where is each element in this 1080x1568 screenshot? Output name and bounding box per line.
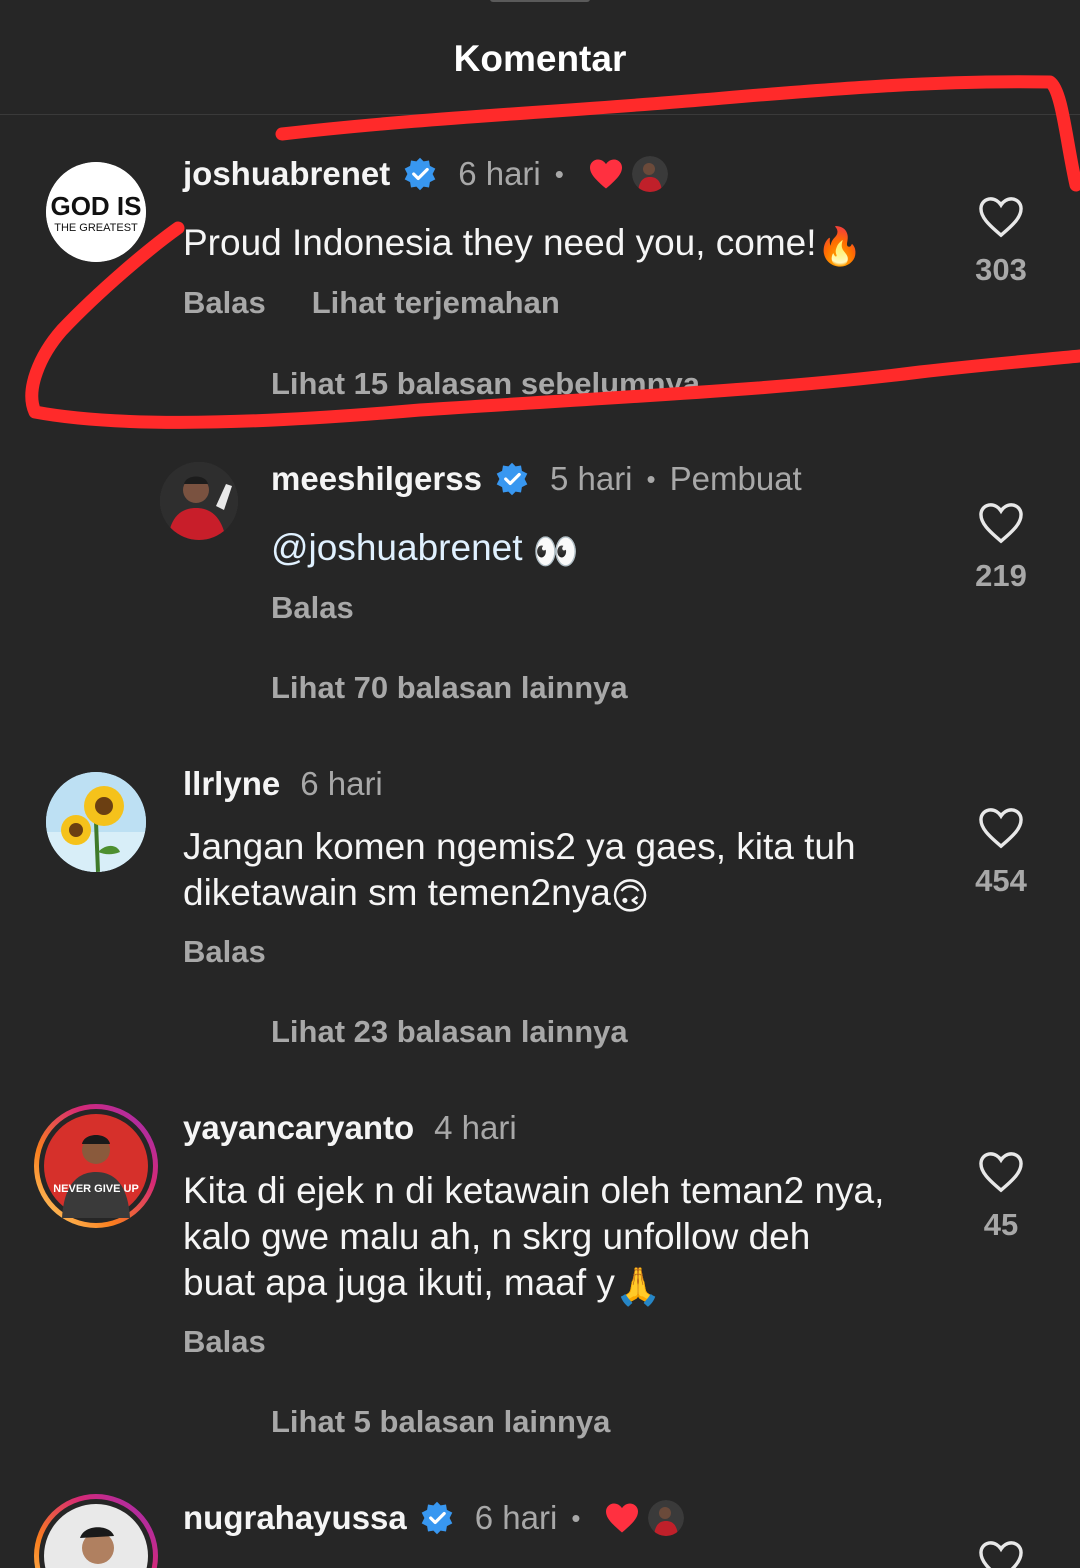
like-column: 219 [960,502,1042,594]
creator-label: Pembuat [669,460,802,497]
comment-text-line: kalo gwe malu ah, n skrg unfollow deh [183,1216,811,1257]
comment-time: 6 hari [458,155,541,192]
comment-text-line: buat apa juga ikuti, maaf y🙏 [183,1260,884,1310]
see-translation-button[interactable]: Lihat terjemahan [312,285,560,321]
like-heart-icon[interactable] [978,502,1024,544]
username[interactable]: meeshilgerss [271,460,482,498]
view-replies-button[interactable]: Lihat 70 balasan lainnya [271,670,628,706]
comment-text: @joshuabrenet 👀 [271,525,579,575]
username[interactable]: llrlyne [183,765,280,803]
fire-emoji-icon: 🔥 [816,226,863,267]
like-heart-icon[interactable] [978,1540,1024,1568]
creator-avatar-mini [648,1500,685,1536]
like-count: 303 [975,252,1027,287]
comment-text: Jangan komen ngemis2 ya gaes, kita tuh d… [183,824,856,920]
comment-text-content: buat apa juga ikuti, maaf y [183,1262,615,1303]
avatar-text-bottom: THE GREATEST [54,222,138,234]
mention-link[interactable]: @joshuabrenet [271,527,523,568]
comment-text-content: diketawain sm temen2nya [183,872,611,913]
page-title: Komentar [453,38,627,79]
avatar-image: GOD IS THE GREATEST [46,162,146,262]
view-replies-button[interactable]: Lihat 5 balasan lainnya [271,1404,610,1440]
avatar-image [44,1504,148,1568]
verified-badge-icon [496,462,528,496]
separator-dot: • [571,1502,581,1533]
like-count: 45 [983,1207,1019,1242]
like-heart-icon[interactable] [978,196,1024,238]
like-column: 303 [960,196,1042,288]
like-column: 454 [960,807,1042,899]
username[interactable]: joshuabrenet [183,155,390,193]
creator-avatar-mini [631,156,668,192]
comment-meta: meeshilgerss 5 hari • Pembuat [271,460,802,498]
avatar-image: NEVER GIVE UP [44,1114,148,1218]
comment-meta: yayancaryanto 4 hari [183,1109,517,1147]
like-count: 219 [975,558,1027,593]
comment-actions: Balas [183,1324,312,1360]
avatar[interactable] [160,462,238,540]
comment-text: Kita di ejek n di ketawain oleh teman2 n… [183,1168,884,1310]
view-replies-button[interactable]: Lihat 23 balasan lainnya [271,1014,628,1050]
comments-sheet: Komentar GOD IS THE GREATEST joshuabrene… [0,0,1080,1568]
comment-text-line: diketawain sm temen2nya🙃 [183,870,856,920]
upside-down-face-emoji-icon: 🙃 [610,876,650,917]
comment-meta: nugrahayussa 6 hari • [183,1499,685,1537]
comment-text-line: Kita di ejek n di ketawain oleh teman2 n… [183,1170,885,1211]
separator-dot: • [646,463,656,494]
comment-text-line: Jangan komen ngemis2 ya gaes, kita tuh [183,826,856,867]
comment-text: Proud Indonesia they need you, come!🔥 [183,220,863,270]
comment-time: 4 hari [434,1109,517,1146]
avatar-image [46,772,146,872]
avatar[interactable] [46,772,146,872]
avatar[interactable]: GOD IS THE GREATEST [46,162,146,262]
avatar-shirt-text: NEVER GIVE UP [53,1183,139,1195]
comment-time: 6 hari [300,765,383,802]
reply-button[interactable]: Balas [271,590,354,626]
verified-badge-icon [421,1501,453,1535]
reply-button[interactable]: Balas [183,1324,266,1360]
comment-time: 5 hari [549,460,633,497]
comment-meta: joshuabrenet 6 hari • [183,155,668,193]
like-column: 45 [960,1151,1042,1243]
creator-liked-heart-icon [606,1503,639,1533]
verified-badge-icon [404,157,436,191]
avatar-image [160,462,238,540]
comment-actions: Balas [183,934,312,970]
like-column [960,1540,1042,1568]
folded-hands-emoji-icon: 🙏 [614,1266,662,1307]
comment-actions: Balas [271,590,400,626]
comment-text-content: Proud Indonesia they need you, come! [183,222,817,263]
like-count: 454 [975,863,1027,898]
avatar-text-top: GOD IS [50,191,141,221]
creator-liked-heart-icon [589,159,622,189]
like-heart-icon[interactable] [978,807,1024,849]
username[interactable]: nugrahayussa [183,1499,407,1537]
comment-meta: llrlyne 6 hari [183,765,383,803]
avatar[interactable]: NEVER GIVE UP [34,1104,158,1228]
view-replies-button[interactable]: Lihat 15 balasan sebelumnya [271,366,700,402]
reply-button[interactable]: Balas [183,285,266,321]
eyes-emoji-icon: 👀 [532,531,579,572]
header: Komentar [0,0,1080,115]
comment-actions: Balas Lihat terjemahan [183,285,606,321]
avatar[interactable] [34,1494,158,1568]
reply-button[interactable]: Balas [183,934,266,970]
like-heart-icon[interactable] [978,1151,1024,1193]
username[interactable]: yayancaryanto [183,1109,414,1147]
comment-time: 6 hari [474,1499,558,1536]
separator-dot: • [554,158,564,189]
